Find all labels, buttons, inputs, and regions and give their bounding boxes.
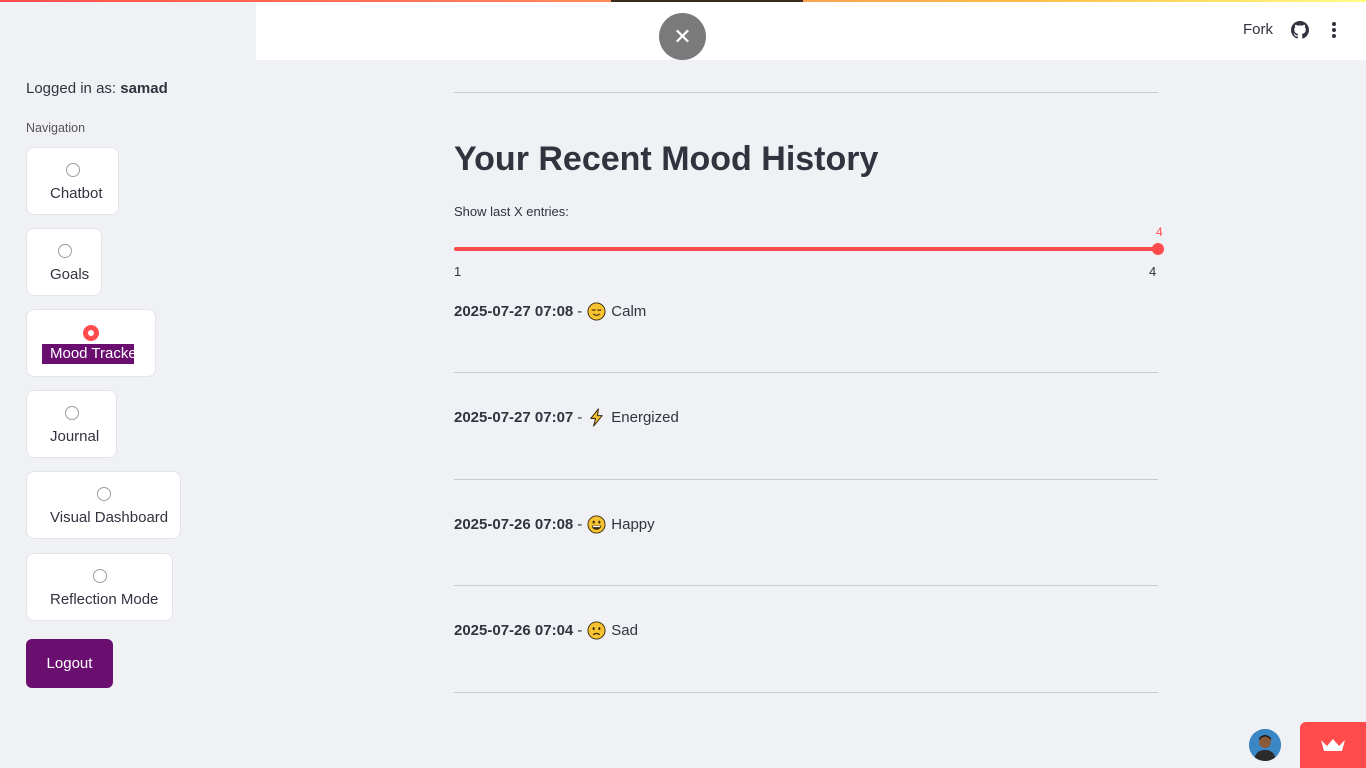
entry-timestamp: 2025-07-27 07:08 [454, 303, 574, 320]
page-title: Your Recent Mood History [454, 140, 879, 178]
entry-separator: - [577, 303, 583, 320]
radio-button[interactable] [65, 406, 79, 420]
crown-icon [1321, 739, 1345, 751]
mood-entry: 2025-07-27 07:07 - Energized [454, 408, 679, 427]
entry-mood: Calm [611, 303, 647, 320]
lightning-icon [590, 408, 603, 427]
nav-item-chatbot[interactable]: Chatbot [26, 147, 119, 215]
fork-button[interactable]: Fork [1243, 21, 1273, 38]
nav-item-reflection-mode[interactable]: Reflection Mode [26, 553, 173, 621]
close-icon[interactable]: ✕ [659, 13, 706, 60]
radio-button[interactable] [93, 569, 107, 583]
logged-in-prefix: Logged in as: [26, 80, 121, 97]
divider [454, 585, 1158, 586]
entry-timestamp: 2025-07-27 07:07 [454, 409, 574, 426]
mood-entry: 2025-07-26 07:08 - Happy [454, 515, 655, 534]
mood-entry: 2025-07-26 07:04 - Sad [454, 621, 638, 640]
radio-button[interactable] [97, 487, 111, 501]
grinning-face-icon [587, 515, 606, 534]
radio-button[interactable] [66, 163, 80, 177]
nav-item-label: Reflection Mode [50, 591, 159, 608]
username: samad [120, 80, 168, 97]
divider [454, 92, 1158, 93]
header-decoration-bar [0, 0, 1366, 2]
entry-mood: Happy [611, 516, 655, 533]
divider [454, 479, 1158, 480]
slider-max-label: 4 [1149, 264, 1157, 279]
slider-handle[interactable] [1152, 243, 1164, 255]
nav-item-goals[interactable]: Goals [26, 228, 102, 296]
slider-min-label: 1 [454, 264, 462, 279]
relieved-face-icon [587, 302, 606, 321]
mood-entry: 2025-07-27 07:08 - Calm [454, 302, 646, 321]
main-content: Your Recent Mood History Show last X ent… [454, 0, 1164, 768]
nav-item-journal[interactable]: Journal [26, 390, 117, 458]
nav-item-label: Goals [50, 266, 90, 283]
nav-item-visual-dashboard[interactable]: Visual Dashboard [26, 471, 181, 539]
entry-separator: - [577, 409, 583, 426]
entry-timestamp: 2025-07-26 07:08 [454, 516, 574, 533]
github-icon[interactable] [1291, 21, 1309, 39]
entry-timestamp: 2025-07-26 07:04 [454, 622, 574, 639]
sad-face-icon [587, 621, 606, 640]
logout-button[interactable]: Logout [26, 639, 113, 688]
divider [454, 372, 1158, 373]
nav-item-label: Chatbot [50, 185, 103, 202]
slider-current-value: 4 [1156, 225, 1163, 239]
entry-mood: Sad [611, 622, 638, 639]
navigation-heading: Navigation [26, 121, 86, 135]
sidebar: Logged in as: samad Navigation Chatbot G… [0, 0, 256, 768]
entry-separator: - [577, 516, 583, 533]
slider-track[interactable] [454, 247, 1158, 251]
entry-mood: Energized [611, 409, 679, 426]
divider [454, 692, 1158, 693]
nav-item-label: Journal [50, 428, 100, 445]
radio-button-selected[interactable] [83, 325, 99, 341]
slider-label: Show last X entries: [454, 204, 569, 219]
radio-button[interactable] [58, 244, 72, 258]
nav-item-label: Mood Tracker [42, 344, 142, 364]
entry-separator: - [577, 622, 583, 639]
more-menu-icon[interactable] [1324, 20, 1344, 40]
user-avatar[interactable] [1249, 729, 1281, 761]
nav-item-mood-tracker[interactable]: Mood Tracker [26, 309, 156, 377]
streamlit-badge[interactable] [1300, 722, 1366, 768]
nav-item-label: Visual Dashboard [50, 509, 169, 526]
logged-in-text: Logged in as: samad [26, 80, 168, 97]
